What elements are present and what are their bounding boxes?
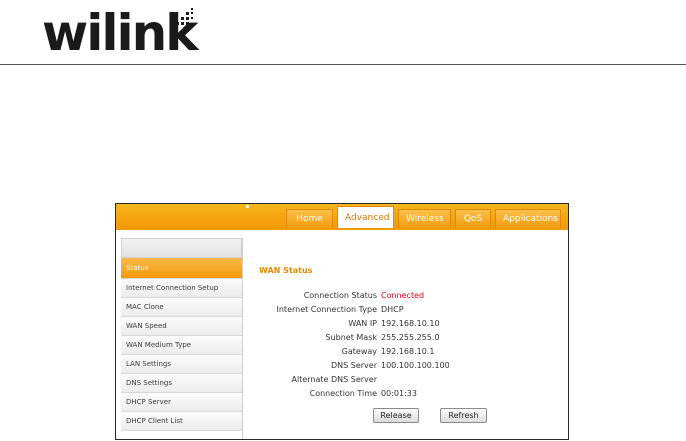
value-dns-server: 100.100.100.100 <box>381 361 450 370</box>
tab-wireless[interactable]: Wireless <box>398 209 451 228</box>
tab-applications[interactable]: Applications <box>495 209 561 228</box>
section-title: WAN Status <box>259 266 313 275</box>
sidebar-item-lan-settings[interactable]: LAN Settings <box>121 355 242 374</box>
release-button[interactable]: Release <box>373 408 419 423</box>
label-gateway: Gateway <box>341 347 377 356</box>
value-connection-status: Connected <box>381 291 425 300</box>
row-connection-type: Internet Connection Type DHCP <box>243 305 563 317</box>
label-connection-time: Connection Time <box>309 389 377 398</box>
tab-qos[interactable]: QoS <box>455 209 491 228</box>
row-connection-status: Connection Status Connected <box>243 291 563 303</box>
wifi-dots-icon <box>176 8 193 25</box>
row-gateway: Gateway 192.168.10.1 <box>243 347 563 359</box>
sidebar-item-dhcp-server[interactable]: DHCP Server <box>121 393 242 412</box>
sidebar-item-dhcp-client-list[interactable]: DHCP Client List <box>121 412 242 431</box>
sidebar-item-status[interactable]: Status <box>121 258 242 279</box>
label-alternate-dns-server: Alternate DNS Server <box>291 375 377 384</box>
wilink-logo: wilink <box>42 6 198 62</box>
sidebar-item-dns-settings[interactable]: DNS Settings <box>121 374 242 393</box>
nav-underline <box>116 228 568 230</box>
header-divider <box>0 64 686 65</box>
label-wan-ip: WAN IP <box>348 319 377 328</box>
value-connection-time: 00:01:33 <box>381 389 417 398</box>
value-connection-type: DHCP <box>381 305 404 314</box>
label-subnet-mask: Subnet Mask <box>325 333 377 342</box>
refresh-button[interactable]: Refresh <box>440 408 487 423</box>
sidebar-item-internet-connection-setup[interactable]: Internet Connection Setup <box>121 279 242 298</box>
router-admin-panel: Home Advanced Wireless QoS Applications … <box>115 203 569 440</box>
row-connection-time: Connection Time 00:01:33 <box>243 389 563 401</box>
value-subnet-mask: 255.255.255.0 <box>381 333 440 342</box>
row-wan-ip: WAN IP 192.168.10.10 <box>243 319 563 331</box>
sidebar-header <box>121 238 242 258</box>
label-connection-status: Connection Status <box>303 291 377 300</box>
value-wan-ip: 192.168.10.10 <box>381 319 440 328</box>
value-gateway: 192.168.10.1 <box>381 347 435 356</box>
top-nav-bar: Home Advanced Wireless QoS Applications <box>116 204 568 228</box>
label-connection-type: Internet Connection Type <box>276 305 378 314</box>
row-dns-server: DNS Server 100.100.100.100 <box>243 361 563 373</box>
main-content: WAN Status Connection Status Connected I… <box>243 238 568 439</box>
tab-advanced[interactable]: Advanced <box>337 206 394 228</box>
row-subnet-mask: Subnet Mask 255.255.255.0 <box>243 333 563 345</box>
row-alternate-dns-server: Alternate DNS Server <box>243 375 563 387</box>
sidebar-item-mac-clone[interactable]: MAC Clone <box>121 298 242 317</box>
label-dns-server: DNS Server <box>331 361 377 370</box>
sidebar: Status Internet Connection Setup MAC Clo… <box>121 258 242 431</box>
tab-home[interactable]: Home <box>286 209 333 228</box>
decor-dot <box>246 205 249 208</box>
sidebar-item-wan-speed[interactable]: WAN Speed <box>121 317 242 336</box>
sidebar-item-wan-medium-type[interactable]: WAN Medium Type <box>121 336 242 355</box>
nav-tabs: Home Advanced Wireless QoS Applications <box>286 206 565 228</box>
